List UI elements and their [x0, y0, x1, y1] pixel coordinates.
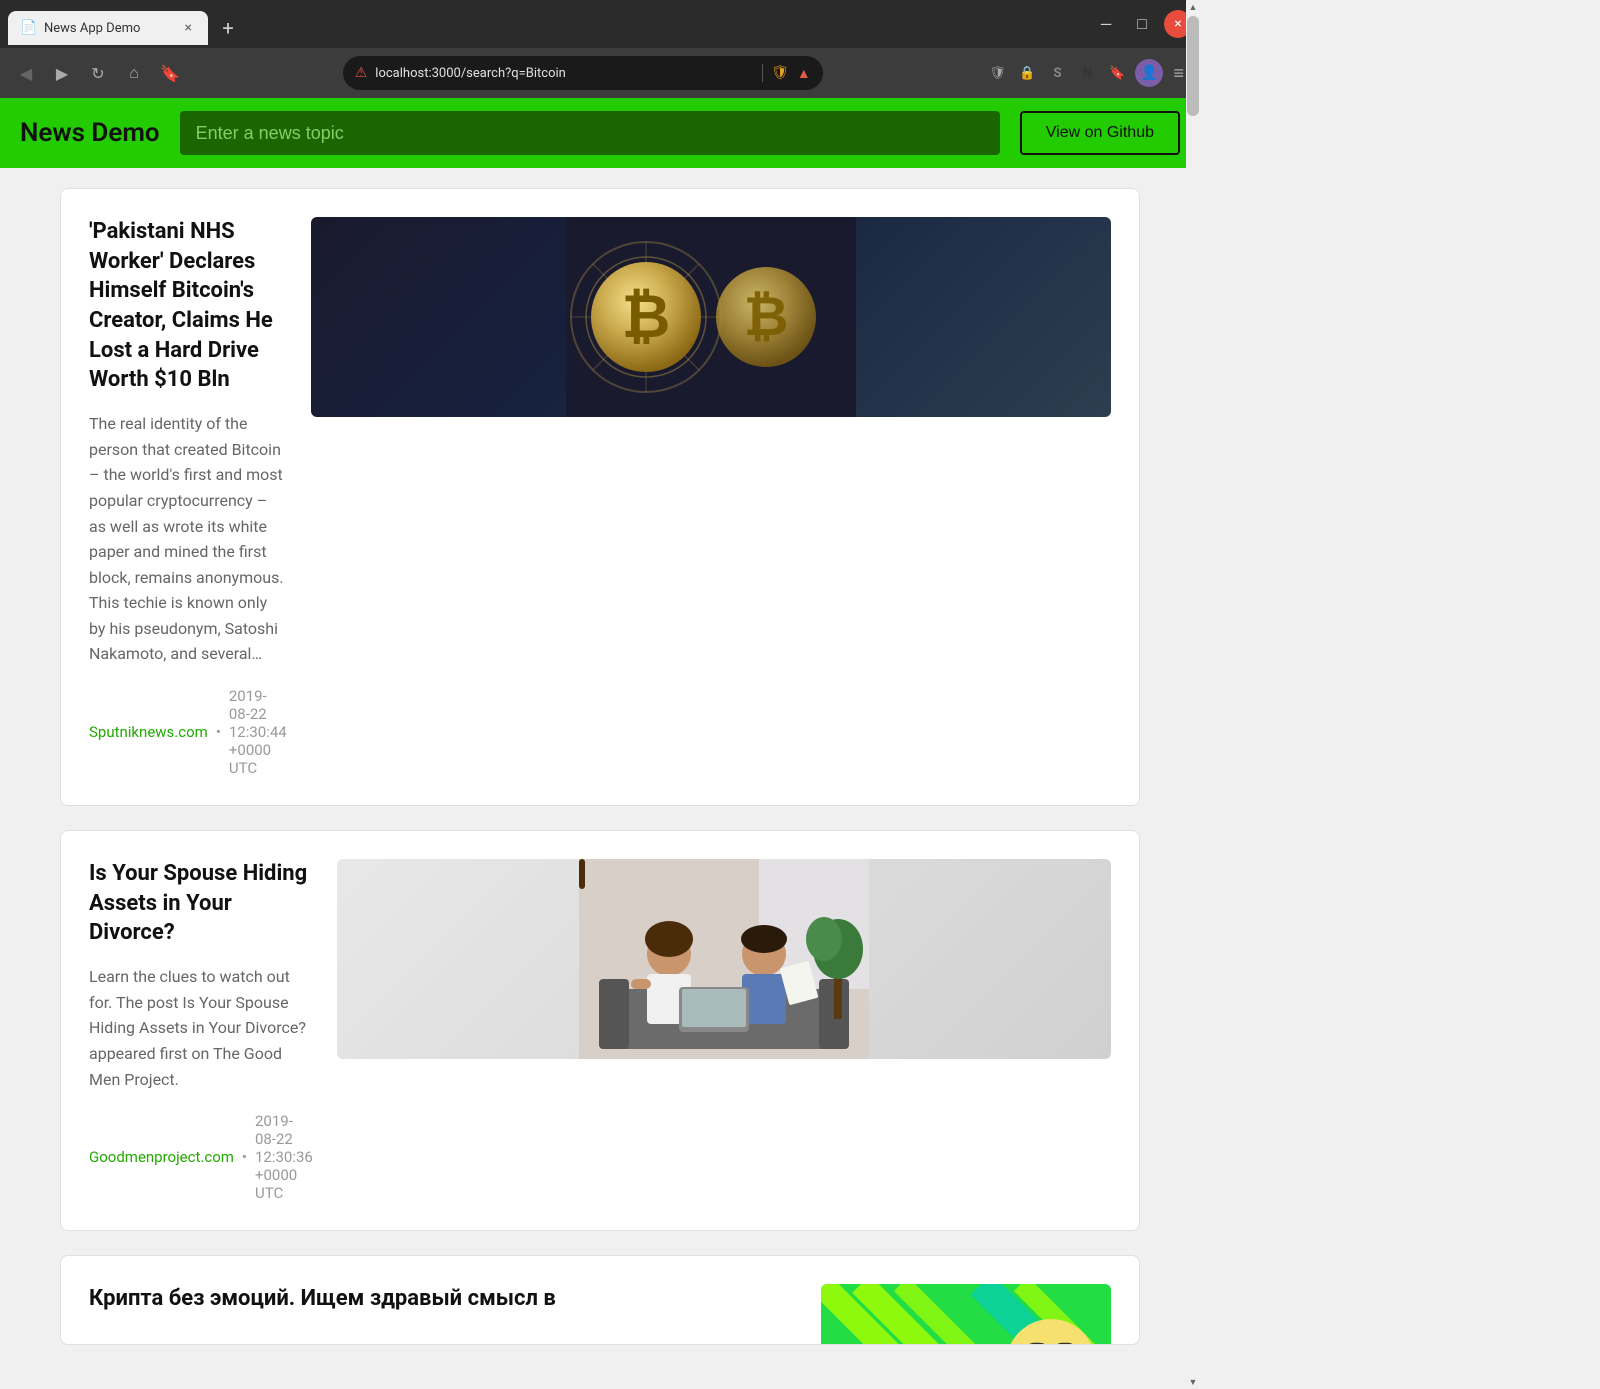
news-text-3: Крипта без эмоций. Ищем здравый смысл в — [89, 1284, 797, 1330]
github-button[interactable]: View on Github — [1020, 111, 1180, 155]
maximize-button[interactable]: □ — [1128, 10, 1156, 38]
address-bar[interactable]: ⚠ localhost:3000/search?q=Bitcoin 🛡 ▲ — [343, 56, 823, 90]
new-tab-button[interactable]: + — [212, 12, 244, 44]
notion-icon[interactable]: N — [1075, 61, 1099, 85]
scroll-thumb[interactable] — [1187, 16, 1199, 116]
window-controls: — □ × — [1092, 10, 1192, 46]
app-header: News Demo View on Github — [0, 98, 1200, 168]
home-button[interactable]: ⌂ — [120, 59, 148, 87]
bitcoin-image-svg: ₿ ₿ — [566, 217, 856, 417]
pocket-icon[interactable]: 🔖 — [1105, 61, 1129, 85]
navigation-bar: ◀ ▶ ↻ ⌂ 🔖 ⚠ localhost:3000/search?q=Bitc… — [0, 48, 1200, 98]
news-description-1: The real identity of the person that cre… — [89, 411, 287, 667]
tab-title: News App Demo — [44, 21, 173, 36]
brave-logo-icon: ▲ — [797, 65, 811, 82]
news-dot-2: • — [242, 1148, 247, 1166]
news-meta-1: Sputniknews.com • 2019-08-22 12:30:44 +0… — [89, 687, 287, 777]
url-display: localhost:3000/search?q=Bitcoin — [375, 66, 754, 81]
news-image-1: ₿ ₿ — [311, 217, 1111, 417]
news-title-3: Крипта без эмоций. Ищем здравый смысл в — [89, 1284, 797, 1314]
tab-bar: 📄 News App Demo × + — □ × — [0, 0, 1200, 48]
security-warning-icon: ⚠ — [355, 65, 368, 81]
shield-extension-icon[interactable]: 🛡 — [985, 61, 1009, 85]
news-title-2: Is Your Spouse Hiding Assets in Your Div… — [89, 859, 313, 948]
tab-close-button[interactable]: × — [181, 18, 196, 38]
news-card: 'Pakistani NHS Worker' Declares Himself … — [60, 188, 1140, 806]
scrollbar[interactable]: ▲ ▼ — [1186, 0, 1200, 1389]
tab-page-icon: 📄 — [20, 20, 36, 36]
minimize-button[interactable]: — — [1092, 10, 1120, 38]
divorce-image-svg — [579, 859, 869, 1059]
news-dot-1: • — [216, 723, 221, 741]
scroll-down-arrow[interactable]: ▼ — [1187, 1375, 1199, 1389]
news-meta-2: Goodmenproject.com • 2019-08-22 12:30:36… — [89, 1112, 313, 1202]
svg-text:₿: ₿ — [621, 281, 670, 352]
refresh-button[interactable]: ↻ — [84, 59, 112, 87]
svg-text:₿: ₿ — [743, 285, 788, 349]
active-tab[interactable]: 📄 News App Demo × — [8, 11, 208, 45]
news-image-3 — [821, 1284, 1111, 1345]
brave-shield-icon: 🛡 — [771, 65, 789, 81]
back-button[interactable]: ◀ — [12, 59, 40, 87]
address-divider — [762, 64, 763, 82]
forward-button[interactable]: ▶ — [48, 59, 76, 87]
news-date-1: 2019-08-22 12:30:44 +0000 UTC — [229, 687, 287, 777]
scroll-up-arrow[interactable]: ▲ — [1187, 0, 1199, 14]
news-text-2: Is Your Spouse Hiding Assets in Your Div… — [89, 859, 313, 1202]
news-source-2[interactable]: Goodmenproject.com — [89, 1148, 234, 1166]
profile-icon[interactable]: 👤 — [1135, 59, 1163, 87]
s-extension-icon[interactable]: S — [1045, 61, 1069, 85]
crypto-image-svg — [821, 1284, 1111, 1345]
news-date-2: 2019-08-22 12:30:36 +0000 UTC — [255, 1112, 313, 1202]
news-text-1: 'Pakistani NHS Worker' Declares Himself … — [89, 217, 287, 777]
news-image-2 — [337, 859, 1111, 1059]
main-content: 'Pakistani NHS Worker' Declares Himself … — [0, 168, 1200, 1389]
bookmark-button[interactable]: 🔖 — [156, 59, 184, 87]
browser-chrome: 📄 News App Demo × + — □ × ◀ ▶ ↻ ⌂ 🔖 ⚠ lo… — [0, 0, 1200, 98]
news-card-2: Is Your Spouse Hiding Assets in Your Div… — [60, 830, 1140, 1231]
news-source-1[interactable]: Sputniknews.com — [89, 723, 208, 741]
news-title-1: 'Pakistani NHS Worker' Declares Himself … — [89, 217, 287, 395]
news-description-2: Learn the clues to watch out for. The po… — [89, 964, 313, 1092]
bitwarden-icon[interactable]: 🔒 — [1015, 61, 1039, 85]
search-input[interactable] — [180, 111, 1000, 155]
extension-icons: 🛡 🔒 S N 🔖 👤 ≡ — [985, 59, 1188, 88]
app-logo: News Demo — [20, 118, 160, 148]
news-card-3: Крипта без эмоций. Ищем здравый смысл в — [60, 1255, 1140, 1345]
